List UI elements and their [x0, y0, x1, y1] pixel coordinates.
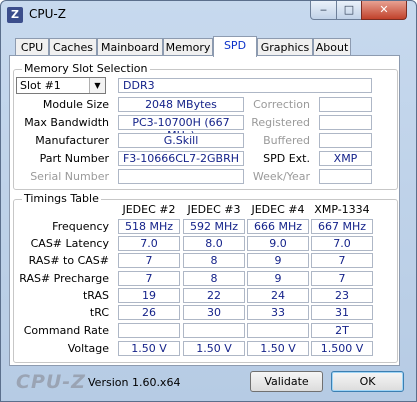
timing-value: 7: [118, 271, 180, 286]
week-year-value: [319, 169, 372, 184]
timing-value: 7.0: [311, 236, 373, 251]
chevron-down-icon[interactable]: ▼: [89, 78, 105, 93]
timing-label: tRAS: [82, 289, 109, 302]
serial-number-label: Serial Number: [30, 170, 109, 183]
timing-value: [118, 323, 180, 338]
minimize-button[interactable]: ‒: [310, 1, 337, 20]
tab-mainboard[interactable]: Mainboard: [97, 38, 163, 56]
timing-value: 592 MHz: [183, 219, 245, 234]
timing-value: 9: [247, 253, 309, 268]
timing-value: 666 MHz: [247, 219, 309, 234]
buffered-label: Buffered: [263, 134, 310, 147]
timing-value: 23: [311, 288, 373, 303]
timing-value: 2T: [311, 323, 373, 338]
timing-value: 30: [183, 305, 245, 320]
tab-spd[interactable]: SPD: [213, 36, 257, 57]
timings-group-title: Timings Table: [22, 192, 101, 205]
tab-caches[interactable]: Caches: [49, 38, 97, 56]
window-title: CPU-Z: [29, 7, 66, 21]
timing-value: [183, 323, 245, 338]
correction-label: Correction: [253, 98, 310, 111]
timing-value: 7.0: [118, 236, 180, 251]
memory-slot-group-title: Memory Slot Selection: [22, 62, 150, 75]
cpuz-logo: CPU-Z: [16, 371, 86, 393]
timing-value: 1.50 V: [118, 341, 180, 356]
timing-label: CAS# Latency: [30, 237, 109, 250]
timing-value: 22: [183, 288, 245, 303]
timing-value: 31: [311, 305, 373, 320]
timing-value: 9: [247, 271, 309, 286]
close-button[interactable]: ✕: [361, 1, 407, 20]
timings-col-jedec2: JEDEC #2: [122, 203, 176, 216]
version-text: Version 1.60.x64: [88, 376, 181, 389]
timing-value: 24: [247, 288, 309, 303]
max-bandwidth-label: Max Bandwidth: [24, 116, 109, 129]
module-size-label: Module Size: [42, 98, 109, 111]
timing-value: 7: [311, 271, 373, 286]
title-bar[interactable]: Z CPU-Z ‒ □ ✕: [1, 1, 416, 29]
slot-select[interactable]: Slot #1 ▼: [16, 77, 106, 94]
timing-value: 1.50 V: [247, 341, 309, 356]
timing-value: 1.500 V: [311, 341, 373, 356]
timing-value: 7: [118, 253, 180, 268]
maximize-button[interactable]: □: [336, 1, 362, 20]
spd-ext-value: XMP: [319, 151, 372, 166]
correction-value: [319, 97, 372, 112]
timing-value: 8: [183, 253, 245, 268]
memory-type-field: DDR3: [118, 78, 372, 93]
timing-label: RAS# to CAS#: [28, 254, 109, 267]
tab-cpu[interactable]: CPU: [15, 38, 49, 56]
ok-button[interactable]: OK: [331, 371, 404, 392]
timing-value: 1.50 V: [183, 341, 245, 356]
part-number-value: F3-10666CL7-2GBRH: [118, 151, 244, 166]
manufacturer-label: Manufacturer: [35, 134, 109, 147]
max-bandwidth-value: PC3-10700H (667 MHz): [118, 115, 244, 142]
timing-label: Command Rate: [23, 324, 109, 337]
timing-value: 26: [118, 305, 180, 320]
timing-value: 19: [118, 288, 180, 303]
week-year-label: Week/Year: [252, 170, 310, 183]
tab-graphics[interactable]: Graphics: [257, 38, 313, 56]
timing-label: Frequency: [52, 220, 109, 233]
timing-value: 9.0: [247, 236, 309, 251]
timing-value: 33: [247, 305, 309, 320]
timing-value: [247, 323, 309, 338]
serial-number-value: [118, 169, 244, 184]
registered-label: Registered: [251, 116, 310, 129]
registered-value: [319, 115, 372, 130]
timing-value: 8.0: [183, 236, 245, 251]
manufacturer-value: G.Skill: [118, 133, 244, 148]
timing-value: 667 MHz: [311, 219, 373, 234]
timing-value: 7: [311, 253, 373, 268]
spd-ext-label: SPD Ext.: [263, 152, 310, 165]
slot-select-value: Slot #1: [20, 79, 61, 92]
part-number-label: Part Number: [39, 152, 109, 165]
timing-label: Voltage: [67, 342, 109, 355]
timings-col-jedec3: JEDEC #3: [187, 203, 241, 216]
timing-value: 518 MHz: [118, 219, 180, 234]
timing-value: 8: [183, 271, 245, 286]
validate-button[interactable]: Validate: [250, 371, 323, 392]
timing-label: RAS# Precharge: [19, 272, 109, 285]
module-size-value: 2048 MBytes: [118, 97, 244, 112]
tab-about[interactable]: About: [313, 38, 351, 56]
tab-memory[interactable]: Memory: [163, 38, 213, 56]
cpuz-app-icon: Z: [7, 7, 23, 23]
timings-col-jedec4: JEDEC #4: [251, 203, 305, 216]
timing-label: tRC: [89, 306, 109, 319]
buffered-value: [319, 133, 372, 148]
timings-col-xmp: XMP-1334: [314, 203, 370, 216]
